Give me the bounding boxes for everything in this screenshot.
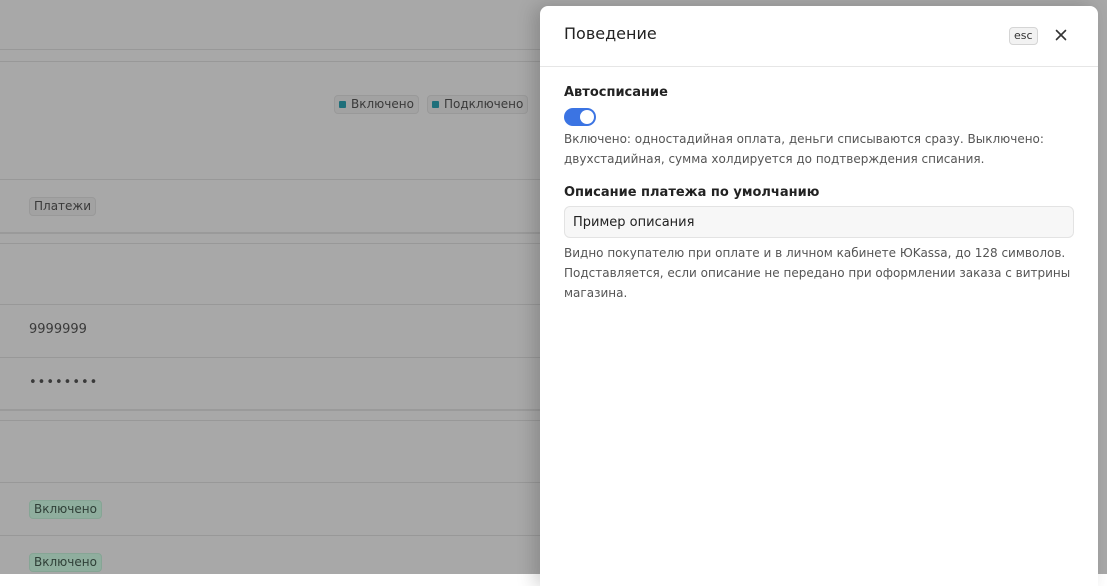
divider (0, 304, 540, 305)
description-label: Описание платежа по умолчанию (564, 185, 820, 200)
shop-id-value: 9999999 (29, 322, 87, 337)
divider (0, 409, 540, 411)
payments-badge: Платежи (29, 197, 97, 216)
status-badge: Включено (334, 95, 419, 114)
divider (0, 61, 540, 62)
status-dot-icon (339, 101, 346, 108)
panel-title: Поведение (564, 24, 657, 43)
panel-header: Поведение esc (540, 6, 1098, 67)
divider (0, 535, 540, 536)
divider (0, 420, 540, 421)
behavior-panel: Поведение esc Автосписание Включено: одн… (540, 6, 1098, 586)
status-dot-icon (432, 101, 439, 108)
autopay-hint: Включено: одностадийная оплата, деньги с… (564, 132, 1044, 166)
divider (0, 482, 540, 483)
divider (0, 243, 540, 244)
connection-badge: Подключено (427, 95, 529, 114)
description-hint: Видно покупателю при оплате и в личном к… (564, 246, 1071, 300)
enabled-badge: Включено (29, 500, 102, 519)
autopay-label: Автосписание (564, 85, 668, 100)
divider (0, 49, 540, 50)
divider (0, 179, 540, 180)
divider (0, 357, 540, 358)
divider (0, 232, 540, 234)
description-input[interactable] (564, 206, 1074, 238)
close-button[interactable] (1052, 26, 1070, 44)
secret-key-value: •••••••• (29, 375, 99, 390)
enabled-badge: Включено (29, 553, 102, 572)
close-icon (1055, 29, 1067, 41)
autopay-toggle[interactable] (564, 108, 596, 126)
toggle-knob (580, 110, 594, 124)
esc-hint: esc (1009, 27, 1038, 45)
